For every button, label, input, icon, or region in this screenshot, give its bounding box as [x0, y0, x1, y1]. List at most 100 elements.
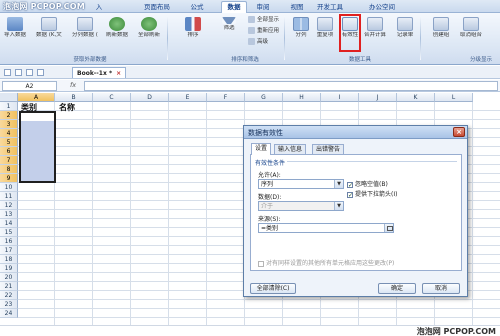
remove-duplicates-button[interactable]: 重复项 — [312, 15, 338, 51]
cancel-button[interactable]: 取消 — [422, 283, 460, 294]
column-header-g[interactable]: G — [245, 93, 283, 102]
name-box[interactable]: A2 — [2, 81, 57, 91]
row-header-7[interactable]: 7 — [0, 156, 18, 165]
row-header-21[interactable]: 21 — [0, 282, 18, 291]
open-workbook-icon[interactable] — [15, 69, 22, 76]
tab-settings[interactable]: 设置 — [251, 143, 272, 155]
save-icon[interactable] — [26, 69, 33, 76]
tab-error-alert[interactable]: 出错警告 — [312, 144, 345, 154]
row-header-11[interactable]: 11 — [0, 192, 18, 201]
row-header-12[interactable]: 12 — [0, 201, 18, 210]
tab-formulas[interactable]: 公式 — [187, 2, 207, 13]
row-header-4[interactable]: 4 — [0, 129, 18, 138]
column-header-h[interactable]: H — [283, 93, 321, 102]
tab-review[interactable]: 审阅 — [253, 2, 273, 13]
active-cell-a2[interactable] — [21, 113, 54, 121]
column-header-d[interactable]: D — [131, 93, 169, 102]
row-header-17[interactable]: 17 — [0, 246, 18, 255]
tab-insert[interactable]: 入 — [90, 2, 108, 13]
group-button[interactable]: 创建组 — [428, 15, 454, 51]
advanced-filter-button[interactable]: 高级 — [248, 38, 268, 47]
tab-view[interactable]: 视图 — [287, 2, 307, 13]
dialog-title-bar[interactable]: 数据有效性 × — [244, 126, 467, 139]
column-header-f[interactable]: F — [207, 93, 245, 102]
column-header-b[interactable]: B — [55, 93, 93, 102]
refresh-data-button[interactable]: 刷新数据 — [104, 15, 130, 51]
cell-b1[interactable]: 名称 — [59, 102, 75, 112]
ignore-blank-check-icon[interactable]: ✓ — [347, 181, 353, 188]
validation-highlight — [339, 14, 361, 52]
row-header-24[interactable]: 24 — [0, 309, 18, 318]
consolidate-button[interactable]: 合并计算 — [362, 15, 388, 51]
select-all-corner[interactable] — [0, 93, 18, 102]
row-header-5[interactable]: 5 — [0, 138, 18, 147]
text-to-columns-button[interactable]: 分列 — [288, 15, 314, 51]
fx-icon[interactable]: fx — [70, 81, 76, 89]
range-picker-icon[interactable] — [384, 224, 393, 232]
row-header-2[interactable]: 2 — [0, 111, 18, 120]
row-header-14[interactable]: 14 — [0, 219, 18, 228]
column-header-j[interactable]: J — [359, 93, 397, 102]
row-header-22[interactable]: 22 — [0, 291, 18, 300]
column-header-c[interactable]: C — [93, 93, 131, 102]
group-separator — [167, 16, 168, 60]
print-icon[interactable] — [37, 69, 44, 76]
cell-a1[interactable]: 类别 — [21, 102, 37, 112]
data-select: 介于 ▼ — [258, 201, 344, 211]
group-label-data-tools: 数据工具 — [348, 57, 371, 63]
row-header-13[interactable]: 13 — [0, 210, 18, 219]
chevron-down-icon[interactable]: ▼ — [334, 180, 343, 188]
tab-developer[interactable]: 开发工具 — [315, 2, 345, 13]
reapply-button[interactable]: 重新应用 — [248, 27, 279, 36]
from-text-button[interactable]: 数据 (K,文本) — [36, 15, 62, 51]
close-workbook-icon[interactable]: × — [116, 70, 121, 77]
source-input[interactable]: =类别 — [258, 223, 394, 233]
row-header-9[interactable]: 9 — [0, 174, 18, 183]
formula-input[interactable] — [84, 81, 498, 91]
refresh-all-button[interactable]: 全部刷新 — [136, 15, 162, 51]
ok-button[interactable]: 确定 — [378, 283, 416, 294]
record-form-icon — [397, 17, 413, 31]
in-cell-dropdown-check-icon[interactable]: ✓ — [347, 191, 353, 198]
row-header-15[interactable]: 15 — [0, 228, 18, 237]
tab-page-layout[interactable]: 页面布局 — [140, 2, 174, 13]
row-header-16[interactable]: 16 — [0, 237, 18, 246]
column-header-l[interactable]: L — [435, 93, 473, 102]
apply-to-all-label: 对有同样设置的其他所有单元格应用这些更改(P) — [266, 260, 395, 267]
from-csv-button[interactable]: 分列数据 (CSV) — [72, 15, 98, 51]
workbook-tab[interactable]: Book--1x * × — [72, 67, 127, 78]
sort-button[interactable]: 排序 — [180, 15, 206, 51]
row-header-18[interactable]: 18 — [0, 255, 18, 264]
watermark-top: 泡泡网 PCPOP.COM — [3, 2, 85, 11]
row-header-19[interactable]: 19 — [0, 264, 18, 273]
row-header-8[interactable]: 8 — [0, 165, 18, 174]
selected-range-a2-a9[interactable] — [19, 111, 56, 183]
gridline — [18, 110, 500, 111]
gridline — [18, 308, 500, 309]
in-cell-dropdown-checkbox[interactable]: ✓ 提供下拉箭头(I) — [347, 191, 397, 199]
tab-office-space[interactable]: 办公空间 — [365, 2, 399, 13]
ignore-blank-checkbox[interactable]: ✓ 忽略空值(B) — [347, 181, 388, 189]
ungroup-button[interactable]: 取消组合 — [458, 15, 484, 51]
column-header-k[interactable]: K — [397, 93, 435, 102]
gridline — [168, 102, 169, 325]
row-header-23[interactable]: 23 — [0, 300, 18, 309]
column-header-a[interactable]: A — [18, 93, 55, 102]
column-header-e[interactable]: E — [169, 93, 207, 102]
tab-input-message[interactable]: 输入信息 — [274, 144, 307, 154]
new-workbook-icon[interactable] — [4, 69, 11, 76]
allow-select[interactable]: 序列 ▼ — [258, 179, 344, 189]
import-data-button[interactable]: 导入数据 — [2, 15, 28, 51]
row-header-20[interactable]: 20 — [0, 273, 18, 282]
filter-button[interactable]: 筛选 — [216, 15, 242, 51]
row-header-1[interactable]: 1 — [0, 102, 18, 111]
record-form-button[interactable]: 记录单 — [392, 15, 418, 51]
text-file-icon — [41, 17, 57, 31]
row-header-10[interactable]: 10 — [0, 183, 18, 192]
show-all-button[interactable]: 全部显示 — [248, 16, 279, 25]
row-header-6[interactable]: 6 — [0, 147, 18, 156]
row-header-3[interactable]: 3 — [0, 120, 18, 129]
close-icon[interactable]: × — [453, 127, 465, 137]
clear-all-button[interactable]: 全部清除(C) — [250, 283, 296, 294]
column-header-i[interactable]: I — [321, 93, 359, 102]
